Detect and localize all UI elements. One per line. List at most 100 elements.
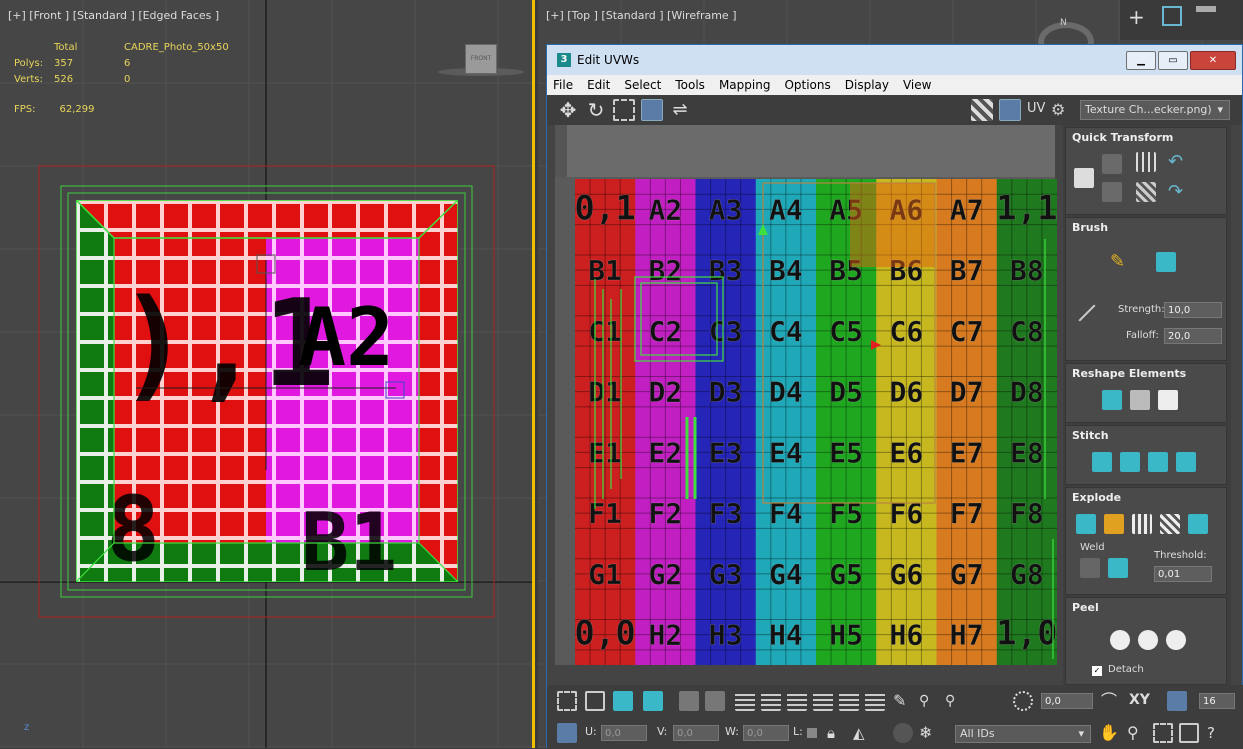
move-icon[interactable]: ✥ — [557, 99, 579, 121]
linear-align-icon[interactable] — [1136, 182, 1156, 202]
rotate-icon[interactable]: ↻ — [585, 99, 607, 121]
weld-selected-icon[interactable] — [1080, 558, 1100, 578]
vertex-mode-icon[interactable] — [557, 691, 577, 711]
ring-grow-icon[interactable] — [839, 691, 859, 711]
w-spinner[interactable]: 0,0 — [743, 725, 789, 741]
absolute-mode-icon[interactable] — [557, 723, 577, 743]
hide-icon[interactable]: ◭ — [853, 723, 873, 743]
peel-mode-icon[interactable] — [1138, 630, 1158, 650]
menu-select[interactable]: Select — [624, 78, 661, 92]
viewport-label[interactable]: [+] [Front ] [Standard ] [Edged Faces ] — [8, 9, 219, 22]
ring-shrink-icon[interactable] — [865, 691, 885, 711]
detach-edge-icon[interactable] — [1104, 514, 1124, 534]
paint-shrink-icon[interactable]: ⚲ — [945, 691, 965, 711]
flatten-by-smooth-icon[interactable] — [1160, 514, 1180, 534]
edge-loop-icon[interactable] — [735, 691, 755, 711]
rollout-title[interactable]: Reshape Elements — [1066, 364, 1226, 383]
rollout-title[interactable]: Brush — [1066, 218, 1226, 237]
rollout-title[interactable]: Explode — [1066, 488, 1226, 507]
viewcube[interactable]: FRONT — [465, 44, 497, 74]
menu-display[interactable]: Display — [845, 78, 889, 92]
grid-count-spinner[interactable]: 16 — [1199, 693, 1235, 709]
zoom-extents-icon[interactable] — [1179, 723, 1199, 743]
mirror-icon[interactable]: ⇌ — [669, 99, 691, 121]
soft-select-spinner[interactable]: 0,0 — [1041, 693, 1093, 709]
zoom-region-icon[interactable] — [1153, 723, 1173, 743]
paint-move-icon[interactable]: ✎ — [1110, 252, 1130, 272]
rotate-cw-icon[interactable]: ↷ — [1168, 182, 1188, 202]
polygon-mode-icon[interactable] — [613, 691, 633, 711]
relax-until-flat-icon[interactable] — [1130, 390, 1150, 410]
brush-size-icon[interactable] — [1078, 304, 1096, 322]
align-icon[interactable] — [1102, 154, 1122, 174]
element-mode-icon[interactable] — [643, 691, 663, 711]
space-icon[interactable] — [1136, 152, 1156, 172]
rollout-title[interactable]: Stitch — [1066, 426, 1226, 445]
hierarchy-tab-icon[interactable] — [1196, 6, 1216, 26]
falloff-curve-icon[interactable]: ⌒ — [1101, 691, 1121, 711]
threshold-spinner[interactable]: 0,01 — [1154, 566, 1212, 582]
shrink-select-icon[interactable] — [705, 691, 725, 711]
edge-mode-icon[interactable] — [585, 691, 605, 711]
disabled-toggle-icon[interactable] — [893, 723, 913, 743]
v-spinner[interactable]: 0,0 — [673, 725, 719, 741]
paint-select-icon[interactable]: ✎ — [893, 691, 913, 711]
viewport-label[interactable]: [+] [Top ] [Standard ] [Wireframe ] — [546, 9, 737, 22]
help-icon[interactable]: ? — [1207, 723, 1227, 743]
paint-grow-icon[interactable]: ⚲ — [919, 691, 939, 711]
create-tab-icon[interactable]: + — [1128, 6, 1150, 28]
reset-peel-icon[interactable] — [1166, 630, 1186, 650]
window-titlebar[interactable]: 3 Edit UVWs ▁ ▭ ✕ — [547, 45, 1242, 75]
uv-editor-canvas[interactable]: 0,1A2A3A4A5A6A71,1B1B2B3B4B5B6B7B8C1C2C3… — [555, 125, 1057, 665]
freeze-icon[interactable]: ❄ — [919, 723, 939, 743]
quick-peel-icon[interactable] — [1110, 630, 1130, 650]
lock-checkbox[interactable] — [807, 728, 817, 738]
rollout-title[interactable]: Quick Transform — [1066, 128, 1226, 147]
zoom-icon[interactable]: ⚲ — [1127, 723, 1147, 743]
flatten-by-id-icon[interactable] — [1132, 514, 1152, 534]
break-icon[interactable] — [1076, 514, 1096, 534]
falloff-spinner[interactable]: 20,0 — [1164, 328, 1222, 344]
stitch-custom-icon[interactable] — [1092, 452, 1112, 472]
show-map-icon[interactable] — [999, 99, 1021, 121]
modify-tab-icon[interactable] — [1162, 6, 1182, 26]
stitch-target-icon[interactable] — [1176, 452, 1196, 472]
menu-tools[interactable]: Tools — [675, 78, 705, 92]
soft-select-icon[interactable] — [1013, 691, 1033, 711]
options-gear-icon[interactable]: ⚙ — [1051, 99, 1073, 121]
checker-texture[interactable]: 0,1A2A3A4A5A6A71,1B1B2B3B4B5B6B7B8C1C2C3… — [575, 179, 1057, 665]
edit-uvws-window[interactable]: 3 Edit UVWs ▁ ▭ ✕ File Edit Select Tools… — [546, 44, 1243, 749]
relax-brush-icon[interactable] — [1156, 252, 1176, 272]
menu-options[interactable]: Options — [784, 78, 830, 92]
edge-ring-icon[interactable] — [761, 691, 781, 711]
stitch-source-icon[interactable] — [1120, 452, 1140, 472]
checker-display-icon[interactable] — [971, 99, 993, 121]
uv-toggle[interactable]: UV — [1027, 101, 1045, 116]
relax-icon[interactable] — [1158, 390, 1178, 410]
loop-uv-icon[interactable] — [787, 691, 807, 711]
straighten-icon[interactable] — [1102, 390, 1122, 410]
set-pivot-icon[interactable] — [1074, 168, 1094, 188]
material-id-dropdown[interactable]: All IDs ▾ — [955, 725, 1091, 743]
align-v-icon[interactable] — [1102, 182, 1122, 202]
menu-file[interactable]: File — [553, 78, 573, 92]
menu-view[interactable]: View — [903, 78, 931, 92]
detach-checkbox[interactable]: ✓ — [1092, 666, 1102, 676]
scale-icon[interactable] — [613, 99, 635, 121]
maximize-button[interactable]: ▭ — [1158, 50, 1188, 70]
rotate-ccw-icon[interactable]: ↶ — [1168, 152, 1188, 172]
texture-dropdown[interactable]: Texture Ch...ecker.png) ▾ — [1080, 100, 1230, 120]
ring-uv-icon[interactable] — [813, 691, 833, 711]
rollout-title[interactable]: Peel — [1066, 598, 1226, 617]
grid-snap-icon[interactable] — [1167, 691, 1187, 711]
menu-mapping[interactable]: Mapping — [719, 78, 771, 92]
freeform-icon[interactable] — [641, 99, 663, 121]
menu-edit[interactable]: Edit — [587, 78, 610, 92]
photo-frame-model[interactable]: ),1 A2 8 B1 — [76, 200, 458, 582]
u-spinner[interactable]: 0,0 — [601, 725, 647, 741]
pan-hand-icon[interactable]: ✋ — [1099, 723, 1119, 743]
lock-icon[interactable]: 🔒︎ — [827, 723, 847, 743]
strength-spinner[interactable]: 10,0 — [1164, 302, 1222, 318]
minimize-button[interactable]: ▁ — [1126, 50, 1156, 70]
flatten-by-angle-icon[interactable] — [1188, 514, 1208, 534]
